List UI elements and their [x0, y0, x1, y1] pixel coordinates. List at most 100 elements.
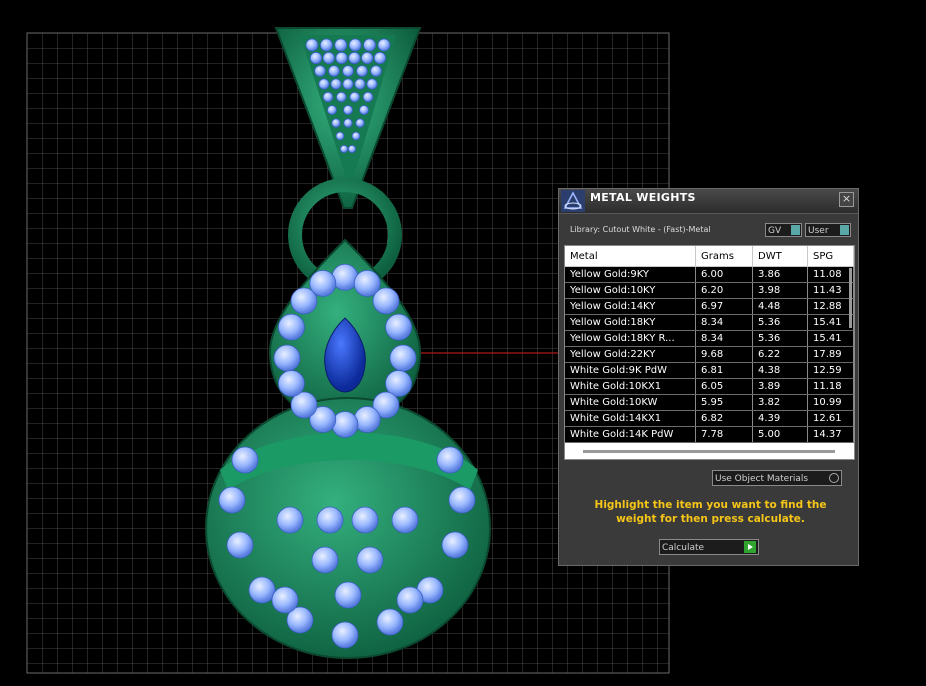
gem-stone: [309, 51, 323, 65]
table-cell[interactable]: White Gold:10KW: [565, 394, 696, 411]
gem-stone: [363, 38, 377, 52]
table-cell[interactable]: 6.05: [695, 378, 753, 395]
table-row[interactable]: Yellow Gold:10KY 6.20 3.98 11.43: [565, 282, 854, 299]
table-cell[interactable]: 6.20: [695, 282, 753, 299]
checkbox-icon[interactable]: [840, 225, 849, 235]
gem-stone: [322, 51, 335, 65]
table-row[interactable]: Yellow Gold:18KY R... 8.34 5.36 15.41: [565, 330, 854, 347]
table-cell[interactable]: 3.86: [752, 266, 808, 283]
table-cell[interactable]: 15.41: [807, 330, 854, 347]
table-cell[interactable]: Yellow Gold:18KY R...: [565, 330, 696, 347]
gem-stone: [311, 546, 339, 574]
table-cell[interactable]: 12.61: [807, 410, 854, 427]
table-row[interactable]: White Gold:10KX1 6.05 3.89 11.18: [565, 378, 854, 395]
table-row[interactable]: White Gold:14KX1 6.82 4.39 12.61: [565, 410, 854, 427]
table-row[interactable]: Yellow Gold:14KY 6.97 4.48 12.88: [565, 298, 854, 315]
table-header-row: Metal Grams DWT SPG: [565, 246, 854, 267]
table-cell[interactable]: 11.08: [807, 266, 854, 283]
gem-stone: [356, 546, 384, 574]
table-row[interactable]: Yellow Gold:18KY 8.34 5.36 15.41: [565, 314, 854, 331]
table-cell[interactable]: 11.18: [807, 378, 854, 395]
table-cell[interactable]: 3.98: [752, 282, 808, 299]
table-cell[interactable]: 5.36: [752, 314, 808, 331]
table-cell[interactable]: 5.00: [752, 426, 808, 443]
gem-stone: [331, 411, 359, 438]
gem-stone: [328, 65, 340, 77]
table-cell[interactable]: 12.88: [807, 298, 854, 315]
table-cell[interactable]: 9.68: [695, 346, 753, 363]
table-cell[interactable]: White Gold:14KX1: [565, 410, 696, 427]
gem-stone: [330, 78, 342, 90]
gem-stone: [436, 446, 464, 474]
gem-stone: [353, 406, 381, 433]
table-cell[interactable]: White Gold:10KX1: [565, 378, 696, 395]
radio-icon[interactable]: [829, 473, 839, 483]
table-cell[interactable]: 3.89: [752, 378, 808, 395]
table-cell[interactable]: Yellow Gold:9KY: [565, 266, 696, 283]
gem-stone: [331, 118, 341, 128]
gem-stone: [343, 118, 353, 128]
table-cell[interactable]: 5.36: [752, 330, 808, 347]
checkbox-icon[interactable]: [791, 225, 800, 235]
table-cell[interactable]: 8.34: [695, 314, 753, 331]
table-row[interactable]: White Gold:10KW 5.95 3.82 10.99: [565, 394, 854, 411]
table-cell[interactable]: 6.81: [695, 362, 753, 379]
table-cell[interactable]: 4.38: [752, 362, 808, 379]
table-cell[interactable]: 7.78: [695, 426, 753, 443]
gem-stone: [335, 131, 345, 141]
column-header-spg[interactable]: SPG: [807, 246, 854, 267]
table-cell[interactable]: 6.97: [695, 298, 753, 315]
table-cell[interactable]: 3.82: [752, 394, 808, 411]
column-header-grams[interactable]: Grams: [695, 246, 753, 267]
play-icon[interactable]: [744, 541, 756, 553]
table-cell[interactable]: 17.89: [807, 346, 854, 363]
table-row[interactable]: White Gold:14K PdW 7.78 5.00 14.37: [565, 426, 854, 443]
gem-stone: [316, 506, 344, 534]
table-cell[interactable]: 8.34: [695, 330, 753, 347]
library-label: Library: Cutout White - (Fast)-Metal: [570, 225, 711, 234]
close-icon[interactable]: ×: [839, 192, 854, 207]
table-cell[interactable]: 14.37: [807, 426, 854, 443]
table-cell[interactable]: 6.22: [752, 346, 808, 363]
gem-stone: [334, 581, 362, 609]
table-row[interactable]: White Gold:9K PdW 6.81 4.38 12.59: [565, 362, 854, 379]
table-cell[interactable]: 6.82: [695, 410, 753, 427]
gem-stone: [389, 344, 417, 372]
dialog-titlebar[interactable]: METAL WEIGHTS ×: [559, 189, 858, 214]
gem-stone: [342, 78, 354, 90]
table-cell[interactable]: 10.99: [807, 394, 854, 411]
table-cell[interactable]: Yellow Gold:14KY: [565, 298, 696, 315]
table-cell[interactable]: White Gold:9K PdW: [565, 362, 696, 379]
table-cell[interactable]: 15.41: [807, 314, 854, 331]
table-row[interactable]: Yellow Gold:9KY 6.00 3.86 11.08: [565, 266, 854, 283]
gem-stone: [362, 91, 374, 103]
gv-checkbox[interactable]: GV: [765, 223, 802, 237]
gem-stone: [305, 38, 319, 52]
calculate-button[interactable]: Calculate: [659, 539, 759, 555]
horizontal-scrollbar[interactable]: [583, 450, 835, 453]
table-cell[interactable]: 4.48: [752, 298, 808, 315]
use-object-materials-option[interactable]: Use Object Materials: [712, 470, 842, 486]
table-cell[interactable]: Yellow Gold:18KY: [565, 314, 696, 331]
table-cell[interactable]: 4.39: [752, 410, 808, 427]
table-cell[interactable]: 12.59: [807, 362, 854, 379]
metal-weights-table[interactable]: Metal Grams DWT SPG Yellow Gold:9KY 6.00 3…: [564, 245, 855, 460]
table-cell[interactable]: 6.00: [695, 266, 753, 283]
table-cell[interactable]: Yellow Gold:22KY: [565, 346, 696, 363]
gem-stone: [322, 91, 334, 103]
table-cell[interactable]: Yellow Gold:10KY: [565, 282, 696, 299]
column-header-dwt[interactable]: DWT: [752, 246, 808, 267]
table-row[interactable]: Yellow Gold:22KY 9.68 6.22 17.89: [565, 346, 854, 363]
table-cell[interactable]: 11.43: [807, 282, 854, 299]
table-cell[interactable]: White Gold:14K PdW: [565, 426, 696, 443]
gem-stone: [347, 144, 356, 153]
table-cell[interactable]: 5.95: [695, 394, 753, 411]
gem-stone: [342, 65, 354, 77]
gem-stone: [348, 38, 362, 52]
column-header-metal[interactable]: Metal: [565, 246, 696, 267]
gem-stone: [349, 91, 360, 103]
gem-stone: [441, 531, 469, 559]
user-checkbox[interactable]: User: [805, 223, 851, 237]
gem-stone: [318, 78, 330, 90]
vertical-scrollbar[interactable]: [849, 268, 852, 328]
